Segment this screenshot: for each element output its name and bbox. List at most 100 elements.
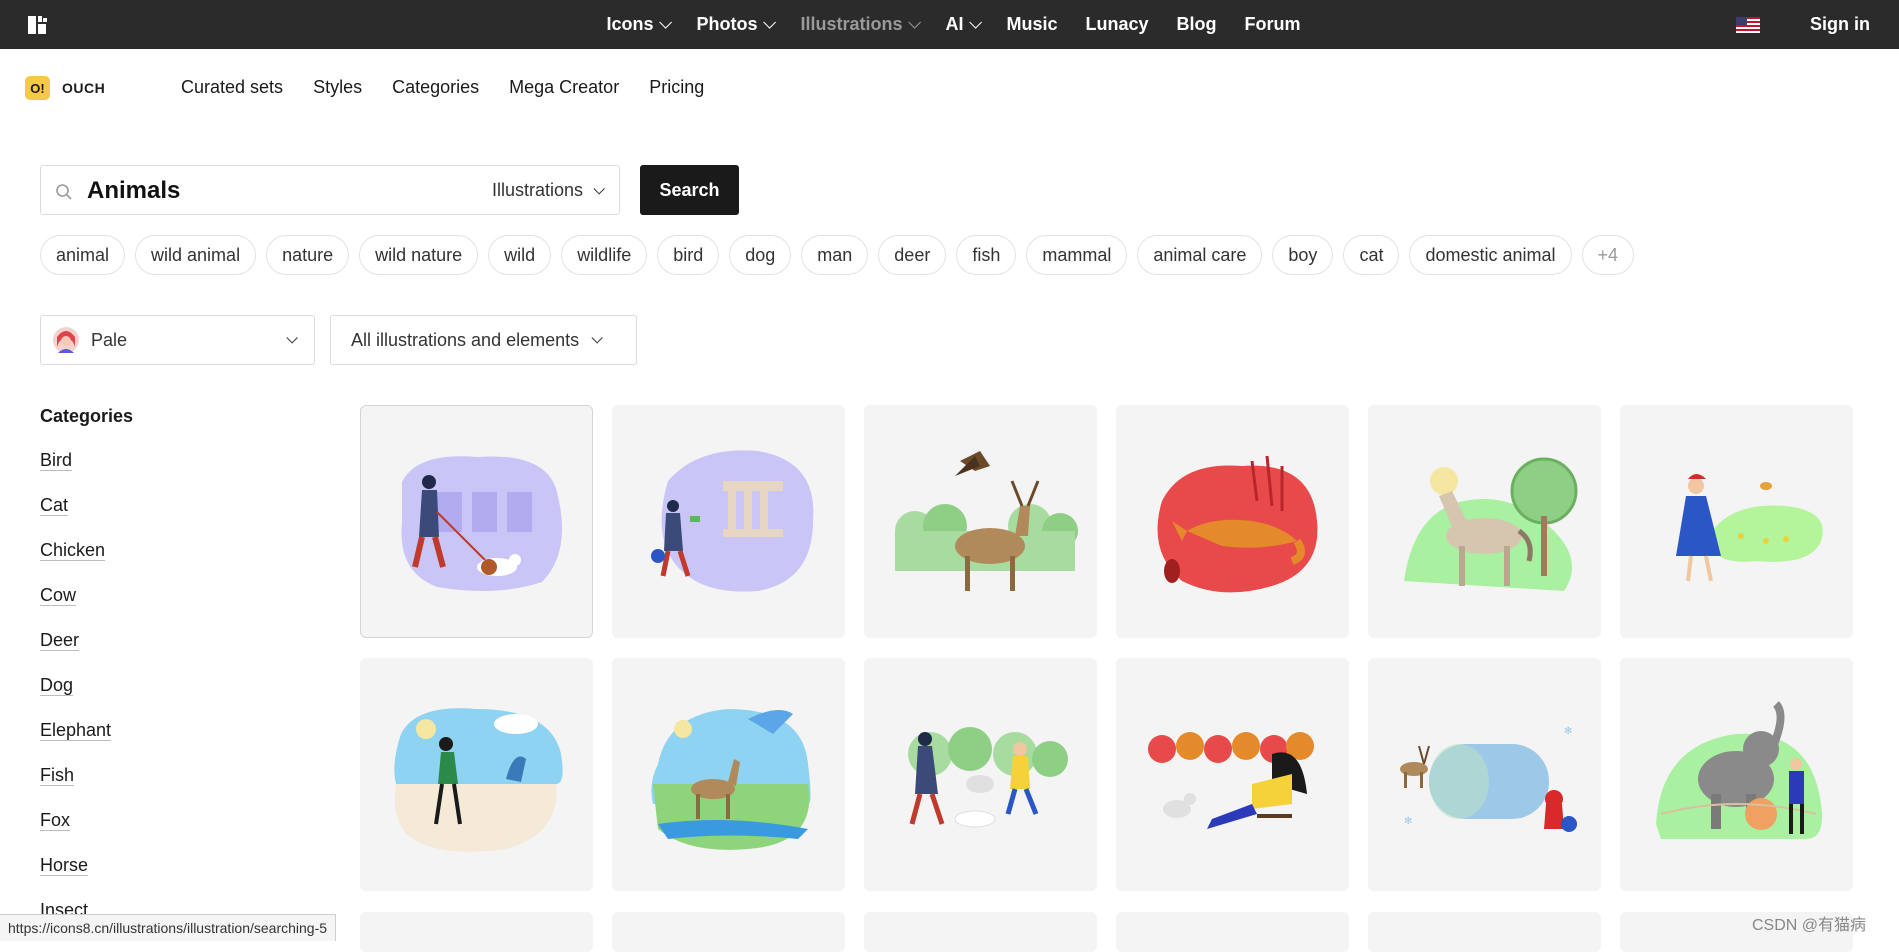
more-tags-chip[interactable]: +4 [1581, 235, 1635, 275]
search-button[interactable]: Search [640, 165, 739, 215]
illustration-card-man-walking-dog[interactable] [360, 405, 593, 638]
illustration-image [1656, 701, 1822, 839]
categories-heading: Categories [40, 406, 134, 426]
subnav-mega-creator[interactable]: Mega Creator [509, 77, 619, 98]
illustration-card-partial[interactable] [612, 912, 845, 952]
category-item: Cow [40, 585, 111, 630]
tag-chip[interactable]: domestic animal [1409, 235, 1572, 275]
category-link[interactable]: Elephant [40, 720, 112, 741]
tag-chip[interactable]: animal care [1137, 235, 1263, 275]
tag-chip[interactable]: nature [266, 235, 350, 275]
tag-chip[interactable]: boy [1272, 235, 1334, 275]
category-item: Deer [40, 630, 111, 675]
search-box: Illustrations [40, 165, 620, 215]
brand-name: OUCH [62, 80, 106, 96]
illustration-image [1676, 474, 1823, 582]
subnav-pricing[interactable]: Pricing [649, 77, 704, 98]
illustration-image: ✻ ✻ [1400, 726, 1577, 832]
illustration-card-partial[interactable] [360, 912, 593, 952]
tag-chip[interactable]: wild nature [359, 235, 479, 275]
search-input[interactable] [87, 176, 467, 206]
category-link[interactable]: Cat [40, 495, 69, 516]
tag-chip[interactable]: fish [956, 235, 1017, 275]
nav-lunacy[interactable]: Lunacy [1086, 14, 1149, 35]
illustration-card-man-at-museum[interactable] [612, 405, 845, 638]
blob [1706, 505, 1823, 562]
skin-tone-dropdown[interactable]: Pale [40, 315, 315, 365]
illustration-card-elephant-circus[interactable] [1620, 658, 1853, 891]
category-link[interactable]: Deer [40, 630, 80, 651]
category-link[interactable]: Bird [40, 450, 73, 471]
illustration-card-people-walking-dogs[interactable] [864, 658, 1097, 891]
tag-chip[interactable]: wild [488, 235, 552, 275]
ouch-brand[interactable]: O! OUCH [25, 76, 105, 100]
category-item: Fox [40, 810, 111, 855]
ouch-logo-icon: O! [25, 76, 50, 100]
content-type-dropdown[interactable]: All illustrations and elements [330, 315, 637, 365]
illustration-card-partial[interactable] [1368, 912, 1601, 952]
category-link[interactable]: Chicken [40, 540, 106, 561]
subnav-styles[interactable]: Styles [313, 77, 362, 98]
illustration-image [895, 451, 1078, 591]
tag-chip[interactable]: animal [40, 235, 126, 275]
categories-list: Bird Cat Chicken Cow Deer Dog Elephant F… [40, 450, 112, 945]
nav-music[interactable]: Music [1006, 14, 1057, 35]
category-link[interactable]: Dog [40, 675, 74, 696]
svg-text:✻: ✻ [1404, 816, 1412, 827]
tag-chip[interactable]: mammal [1026, 235, 1128, 275]
illustration-card-woman-on-beach[interactable] [360, 658, 593, 891]
sign-in-link[interactable]: Sign in [1810, 14, 1870, 35]
tag-chip[interactable]: dog [729, 235, 792, 275]
nav-ai[interactable]: AI [945, 14, 983, 35]
nav-photos[interactable]: Photos [696, 14, 777, 35]
illustration-card-woman-with-dog-autumn[interactable] [1116, 658, 1349, 891]
illustration-image [1148, 732, 1314, 829]
category-link[interactable]: Cow [40, 585, 77, 606]
tag-chip[interactable]: wildlife [561, 235, 648, 275]
category-link[interactable]: Fish [40, 765, 75, 786]
status-bar-url: https://icons8.cn/illustrations/illustra… [0, 914, 337, 941]
category-item: Cat [40, 495, 111, 540]
illustration-card-fox-autumn[interactable] [1116, 405, 1349, 638]
nav-blog[interactable]: Blog [1177, 14, 1217, 35]
illustration-image [908, 727, 1068, 828]
tag-chip[interactable]: wild animal [135, 235, 257, 275]
us-flag-icon[interactable] [1736, 17, 1760, 33]
svg-text:✻: ✻ [1564, 726, 1572, 737]
illustration-card-partial[interactable] [864, 912, 1097, 952]
category-item: Chicken [40, 540, 111, 585]
category-item: Bird [40, 450, 111, 495]
illustration-card-horse-in-meadow[interactable] [1368, 405, 1601, 638]
watermark: CSDN @有猫病 [1752, 917, 1867, 934]
skin-tone-avatar-icon [53, 327, 79, 353]
nav-illustrations[interactable]: Illustrations [800, 14, 922, 35]
subnav-categories[interactable]: Categories [392, 77, 479, 98]
illustration-card-deer-and-eagle[interactable] [864, 405, 1097, 638]
chevron-down-icon [286, 332, 298, 344]
illustration-card-woman-with-bees[interactable] [1620, 405, 1853, 638]
top-navigation-bar: Icons Photos Illustrations AI Music Luna… [0, 0, 1899, 49]
category-item: Fish [40, 765, 111, 810]
search-type-dropdown[interactable]: Illustrations [492, 180, 605, 201]
nav-forum[interactable]: Forum [1245, 14, 1301, 35]
category-link[interactable]: Fox [40, 810, 71, 831]
illustration-image [651, 709, 811, 850]
illustration-card-partial[interactable] [1116, 912, 1349, 952]
illustration-card-deer-winter-banner[interactable]: ✻ ✻ [1368, 658, 1601, 891]
tag-chip[interactable]: deer [878, 235, 947, 275]
chevron-down-icon [591, 332, 603, 344]
sub-navigation-bar: O! OUCH Curated sets Styles Categories M… [0, 49, 1899, 127]
chevron-down-icon [763, 16, 777, 29]
illustration-image [651, 450, 814, 592]
tag-chip[interactable]: cat [1343, 235, 1400, 275]
category-item: Dog [40, 675, 111, 720]
tag-chip[interactable]: bird [657, 235, 720, 275]
category-link[interactable]: Horse [40, 855, 89, 876]
illustration-image [1404, 457, 1578, 591]
nav-icons[interactable]: Icons [606, 14, 673, 35]
illustration-image [401, 456, 562, 591]
tag-chip[interactable]: man [801, 235, 869, 275]
main-menu: Icons Photos Illustrations AI Music Luna… [0, 0, 1899, 49]
subnav-curated-sets[interactable]: Curated sets [181, 77, 283, 98]
illustration-card-deer-and-bird[interactable] [612, 658, 845, 891]
